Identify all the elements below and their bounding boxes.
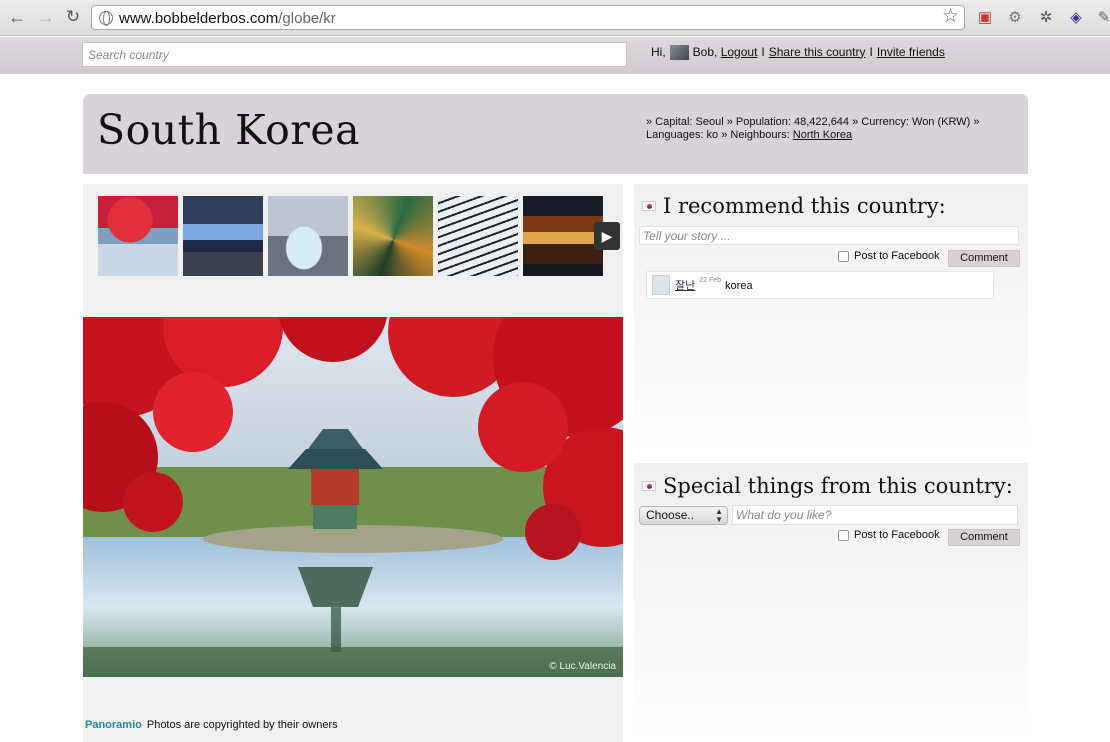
separator: I <box>869 44 873 59</box>
site-topbar: Hi, Bob, Logout I Share this country I I… <box>0 37 1110 74</box>
extension-gear-icon[interactable]: ⚙ <box>1005 8 1025 28</box>
korea-flag-icon <box>642 481 656 491</box>
neighbour-link[interactable]: North Korea <box>793 129 852 141</box>
special-title: Special things from this country: <box>642 474 1013 498</box>
thumbnail-photo[interactable] <box>438 196 518 276</box>
search-country-input[interactable] <box>82 42 627 67</box>
post-to-facebook-checkbox[interactable] <box>838 250 849 262</box>
invite-friends-link[interactable]: Invite friends <box>877 45 945 59</box>
greeting: Hi, <box>651 44 666 59</box>
category-select-value: Choose.. <box>646 508 695 522</box>
special-things-panel: Special things from this country: Choose… <box>634 463 1028 742</box>
logout-link[interactable]: Logout <box>721 45 758 59</box>
country-facts: » Capital: Seoul » Population: 48,422,64… <box>646 116 1011 142</box>
main-photo: © Luc.Valencia <box>83 317 623 677</box>
select-arrows-icon: ▲ ▼ <box>715 506 723 524</box>
what-do-you-like-input[interactable] <box>732 505 1018 525</box>
comment-text: korea <box>725 280 753 292</box>
reload-icon[interactable]: ↻ <box>63 7 83 27</box>
bookmark-star-icon[interactable]: ☆ <box>942 7 959 27</box>
photo-copyright: © Luc.Valencia <box>549 661 616 672</box>
url-text: www.bobbelderbos.com/globe/kr <box>119 10 336 27</box>
post-to-facebook-label: Post to Facebook <box>854 250 940 262</box>
comment-button[interactable]: Comment <box>948 250 1020 267</box>
comment-author-link[interactable]: 잘난 <box>675 280 695 292</box>
post-to-facebook-label: Post to Facebook <box>854 529 940 541</box>
thumbnail-photo[interactable] <box>98 196 178 276</box>
user-avatar <box>669 45 689 60</box>
country-header: South Korea » Capital: Seoul » Populatio… <box>83 94 1028 174</box>
thumbnail-strip <box>98 196 608 276</box>
comment-button[interactable]: Comment <box>948 529 1020 546</box>
thumbnail-photo[interactable] <box>523 196 603 276</box>
post-to-facebook[interactable]: Post to Facebook <box>838 529 940 541</box>
back-arrow-icon[interactable]: ← <box>7 7 27 27</box>
photo-credit: Panoramio Photos are copyrighted by thei… <box>85 719 338 731</box>
panoramio-logo[interactable]: Panoramio <box>85 719 142 731</box>
thumbnail-photo[interactable] <box>183 196 263 276</box>
thumbnail-photo[interactable] <box>353 196 433 276</box>
recommend-panel: I recommend this country: Post to Facebo… <box>634 184 1028 454</box>
comment-date: 22 Feb <box>699 277 722 284</box>
browser-toolbar: ← → ↻ www.bobbelderbos.com/globe/kr ☆ ▣ … <box>0 0 1110 36</box>
wrench-icon[interactable]: ✎ <box>1094 8 1110 28</box>
separator: I <box>761 44 765 59</box>
korea-flag-icon <box>642 201 656 211</box>
share-country-link[interactable]: Share this country <box>769 45 866 59</box>
photo-gallery: ▶ © Luc.Valencia Panoramio Photos are co… <box>83 184 623 742</box>
story-input[interactable] <box>639 226 1019 245</box>
category-select[interactable]: Choose.. ▲ ▼ <box>639 506 728 525</box>
page-title: South Korea <box>97 106 361 154</box>
next-arrow-icon[interactable]: ▶ <box>594 222 620 250</box>
recommend-title-text: I recommend this country: <box>663 194 946 218</box>
forward-arrow-icon[interactable]: → <box>36 7 56 27</box>
comment-avatar <box>652 275 670 295</box>
thumbnail-photo[interactable] <box>268 196 348 276</box>
address-bar[interactable]: www.bobbelderbos.com/globe/kr ☆ <box>91 5 965 30</box>
special-title-text: Special things from this country: <box>663 474 1013 498</box>
recommend-title: I recommend this country: <box>642 194 946 218</box>
user-name: Bob, <box>692 44 718 59</box>
extension-bug-icon[interactable]: ✲ <box>1036 8 1056 28</box>
user-bar: Hi, Bob, Logout I Share this country I I… <box>651 43 945 60</box>
credit-text: Photos are copyrighted by their owners <box>146 719 338 731</box>
main-photo-image <box>83 317 623 677</box>
list-item: 잘난 22 Feb korea <box>646 271 994 299</box>
extension-bookmark-icon[interactable]: ▣ <box>975 8 995 28</box>
post-to-facebook-checkbox[interactable] <box>838 529 849 541</box>
comment-meta: 잘난 22 Feb korea <box>675 277 753 293</box>
globe-icon <box>99 11 113 26</box>
extension-flag-icon[interactable]: ◈ <box>1066 8 1086 28</box>
post-to-facebook[interactable]: Post to Facebook <box>838 250 940 262</box>
